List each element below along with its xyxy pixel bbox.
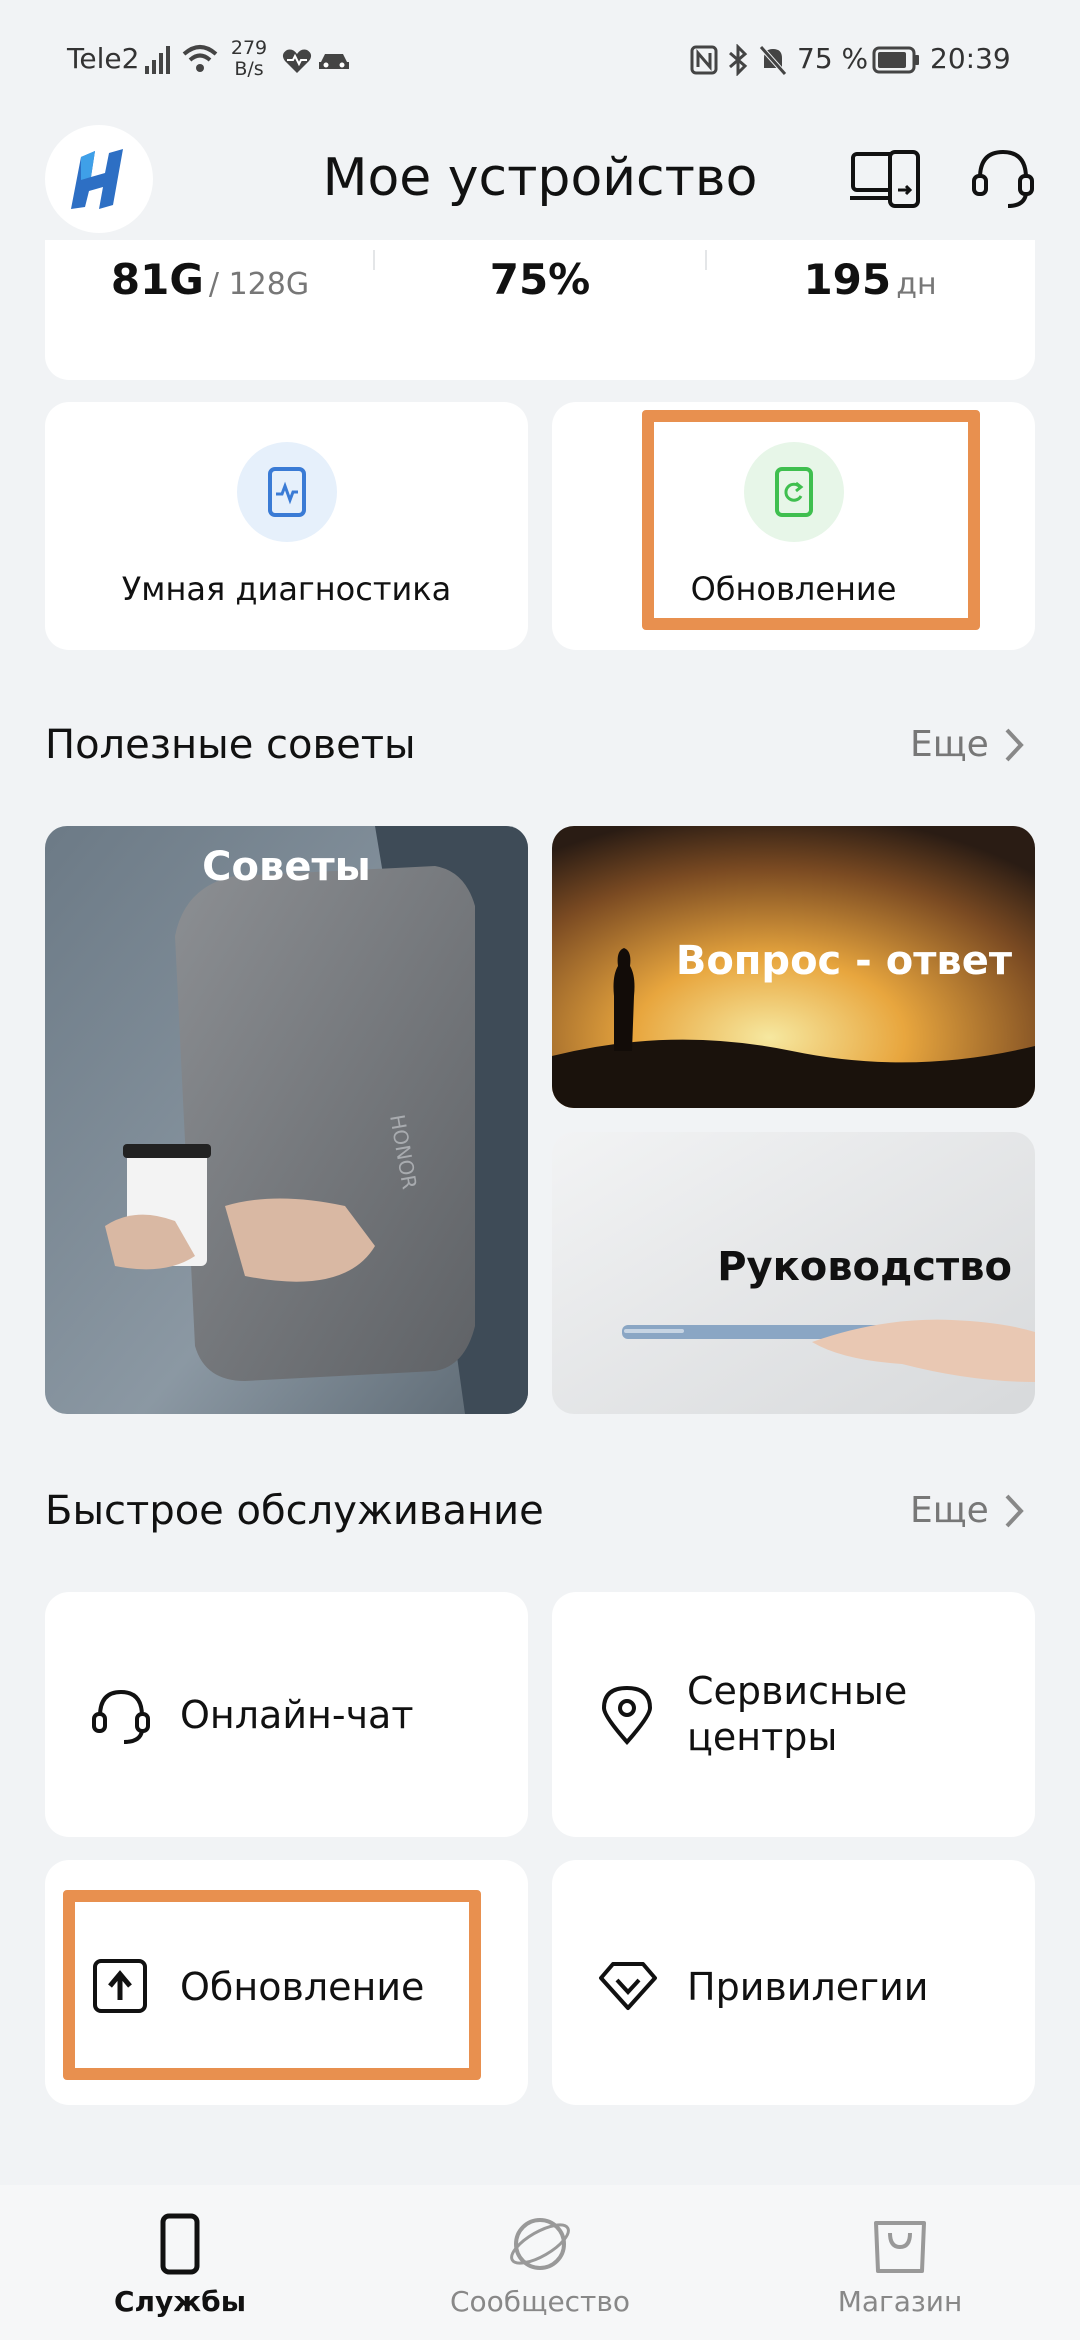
usage-days-stat: 195 дн [705, 255, 1035, 304]
mute-bell-icon [759, 45, 787, 76]
days-value: 195 [803, 255, 892, 304]
battery-percent: 75 % [797, 42, 869, 75]
quick-service-more-label: Еще [910, 1490, 989, 1531]
status-bar: Tele2 279 B/s 75 % 20:39 [0, 0, 1080, 120]
shopping-bag-icon [874, 2221, 926, 2273]
advice-label: Советы [202, 844, 371, 890]
privileges-label: Привилегии [687, 1965, 929, 2009]
clock: 20:39 [930, 42, 1011, 75]
nfc-icon [690, 45, 718, 75]
tab-community[interactable]: Сообщество [420, 2213, 660, 2318]
tab-services-label: Службы [113, 2285, 247, 2318]
tips-more-link[interactable]: Еще [910, 724, 1025, 765]
chevron-right-icon [1005, 1494, 1024, 1527]
device-switch-icon[interactable] [850, 150, 922, 210]
car-icon [319, 54, 349, 69]
diagnostics-phone-icon [268, 467, 306, 517]
chevron-right-icon [1005, 728, 1024, 761]
net-speed-value: 279 [230, 37, 268, 59]
faq-card[interactable]: Вопрос - ответ [552, 826, 1035, 1108]
service-centers-tile[interactable]: Сервисные центры [552, 1592, 1035, 1837]
tips-more-label: Еще [910, 724, 989, 765]
faq-label: Вопрос - ответ [675, 938, 1012, 984]
online-chat-label: Онлайн-чат [180, 1693, 414, 1737]
tips-section-title: Полезные советы [45, 722, 416, 768]
storage-total: / 128G [208, 267, 310, 302]
tab-store-label: Магазин [837, 2285, 963, 2318]
carrier-label: Tele2 [67, 42, 140, 75]
battery-value: 75% [489, 255, 591, 304]
phone-icon [160, 2213, 200, 2275]
health-heart-icon [282, 49, 312, 73]
headset-icon[interactable] [970, 148, 1036, 210]
online-chat-tile[interactable]: Онлайн-чат [45, 1592, 528, 1837]
update-tile-highlight [642, 410, 980, 630]
laptop-photo: HONOR [45, 826, 528, 1414]
wifi-icon [182, 45, 218, 72]
update-service-highlight [63, 1890, 481, 2080]
battery-icon [872, 46, 919, 74]
diamond-icon [599, 1962, 657, 2010]
manual-card[interactable]: Руководство [552, 1132, 1035, 1414]
battery-stat: 75% [375, 255, 705, 304]
diagnostics-label: Умная диагностика [121, 570, 452, 608]
tab-store[interactable]: Магазин [780, 2213, 1020, 2318]
days-unit: дн [896, 267, 937, 302]
quick-service-more-link[interactable]: Еще [910, 1490, 1025, 1531]
headset-icon [92, 1689, 150, 1744]
signal-icon [145, 46, 170, 74]
storage-stat: 81G / 128G [45, 255, 375, 304]
location-pin-icon [601, 1685, 653, 1746]
net-speed: 279 B/s [226, 38, 272, 80]
net-speed-unit: B/s [234, 58, 264, 80]
privileges-tile[interactable]: Привилегии [552, 1860, 1035, 2105]
planet-icon [510, 2218, 570, 2270]
diagnostics-icon-bg [237, 442, 337, 542]
bottom-tab-bar: Службы Сообщество Магазин [0, 2185, 1080, 2340]
manual-label: Руководство [717, 1244, 1012, 1290]
bluetooth-icon [729, 44, 748, 76]
tab-community-label: Сообщество [449, 2285, 631, 2318]
storage-used: 81G [110, 255, 204, 304]
smart-diagnostics-tile[interactable]: Умная диагностика [45, 402, 528, 650]
quick-service-title: Быстрое обслуживание [45, 1488, 544, 1534]
tab-services[interactable]: Службы [60, 2213, 300, 2318]
advice-card[interactable]: HONOR Советы [45, 826, 528, 1414]
service-centers-label: Сервисные центры [687, 1669, 908, 1759]
